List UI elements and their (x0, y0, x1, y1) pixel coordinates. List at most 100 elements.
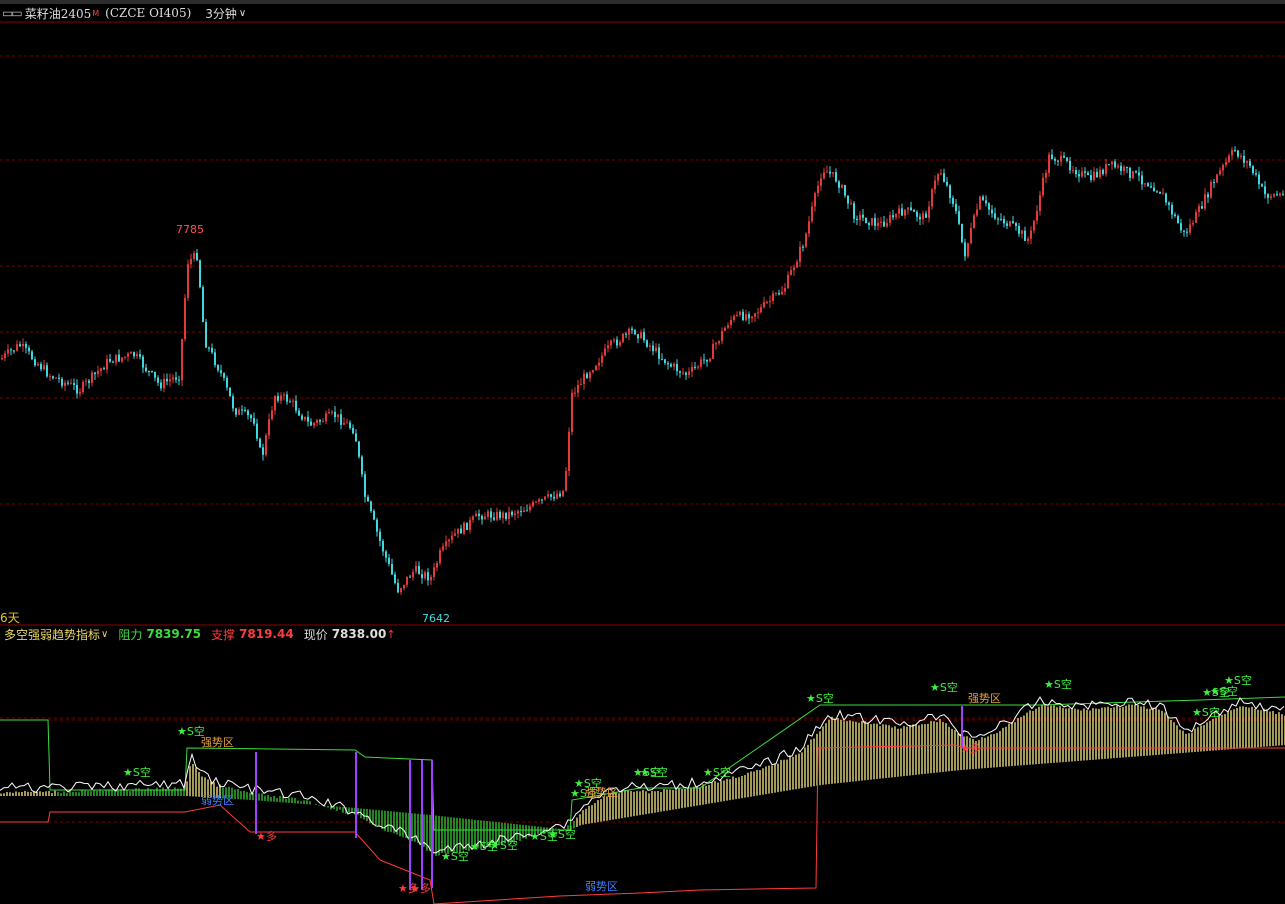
candle-body (793, 267, 795, 270)
candle-body (349, 422, 351, 428)
short-signal-label: ★S空 (1192, 705, 1220, 719)
candle-body (127, 353, 129, 357)
candle-body (676, 363, 678, 372)
candle-body (565, 471, 567, 491)
low-price-label: 7642 (422, 612, 450, 625)
candle-body (91, 372, 93, 383)
candle-body (691, 366, 693, 372)
candle-body (1234, 149, 1236, 151)
candle-body (865, 217, 867, 224)
candle-body (982, 196, 984, 201)
candle-body (70, 383, 72, 385)
candle-body (259, 438, 261, 448)
candle-body (550, 494, 552, 497)
candle-body (1255, 173, 1257, 175)
candle-body (187, 264, 189, 298)
short-signal-label: ★S空 (123, 765, 151, 779)
candle-body (871, 218, 873, 226)
candle-body (1216, 174, 1218, 183)
candle-body (733, 315, 735, 320)
candle-body (829, 171, 831, 174)
candle-body (271, 410, 273, 420)
candle-body (373, 510, 375, 520)
candle-body (391, 563, 393, 575)
candle-body (607, 345, 609, 349)
candle-body (1150, 186, 1152, 188)
candle-body (451, 535, 453, 540)
candle-body (388, 557, 390, 564)
chart-canvas[interactable]: ★S空★S空★S空★S空★S空★S空 ★S空★S空★S空 ★S空★S空★S空★S空★… (0, 0, 1285, 904)
candle-body (1018, 225, 1020, 234)
candle-body (55, 377, 57, 379)
candle-body (1120, 165, 1122, 171)
candle-body (172, 377, 174, 380)
candle-body (967, 243, 969, 257)
candle-body (535, 501, 537, 503)
candle-body (130, 352, 132, 354)
candle-body (1240, 155, 1242, 157)
candle-body (10, 349, 12, 351)
candle-body (367, 496, 369, 502)
candle-body (364, 474, 366, 497)
weak-zone-label: 弱势区 (201, 794, 234, 807)
candle-body (1006, 223, 1008, 226)
candle-body (199, 260, 201, 288)
candle-body (1045, 172, 1047, 178)
candle-body (904, 209, 906, 216)
candle-body (739, 311, 741, 316)
candle-body (439, 550, 441, 564)
candle-body (1141, 175, 1143, 185)
candle-body (1009, 221, 1011, 226)
candle-body (88, 380, 90, 383)
candle-body (883, 221, 885, 227)
candle-body (139, 354, 141, 357)
candle-body (346, 422, 348, 424)
candle-body (34, 359, 36, 366)
candle-body (412, 571, 414, 578)
indicator-name[interactable]: 多空强弱趋势指标 (4, 626, 100, 643)
candle-body (205, 322, 207, 348)
candle-body (106, 359, 108, 370)
candle-body (814, 193, 816, 207)
candle-body (952, 197, 954, 204)
chevron-down-icon[interactable]: ∨ (101, 629, 108, 640)
candle-body (907, 207, 909, 210)
candle-body (286, 394, 288, 402)
candle-body (784, 288, 786, 292)
candle-body (994, 213, 996, 219)
candle-body (598, 362, 600, 366)
candle-body (898, 208, 900, 214)
candle-body (850, 203, 852, 205)
candle-body (1039, 195, 1041, 211)
candle-body (1135, 171, 1137, 173)
candle-body (1123, 166, 1125, 171)
candle-body (13, 350, 15, 352)
candle-body (619, 342, 621, 346)
candle-body (223, 373, 225, 378)
candle-body (886, 222, 888, 227)
candle-body (727, 325, 729, 328)
candle-body (64, 382, 66, 386)
candle-body (976, 209, 978, 216)
candle-body (4, 353, 6, 359)
candle-body (937, 174, 939, 181)
candle-body (1051, 154, 1053, 160)
candle-body (823, 172, 825, 179)
candle-body (472, 516, 474, 520)
candle-body (124, 356, 126, 358)
candle-body (583, 373, 585, 384)
candle-body (490, 511, 492, 518)
candle-body (454, 533, 456, 536)
indicator-title-bar: 多空强弱趋势指标 ∨ 阻力 7839.75 支撑 7819.44 现价 7838.00 ↑ (0, 626, 396, 642)
candle-body (304, 416, 306, 420)
candle-body (1153, 187, 1155, 192)
candle-body (1024, 230, 1026, 241)
candle-body (193, 252, 195, 259)
candle-body (1264, 186, 1266, 195)
candle-body (1090, 174, 1092, 180)
candle-body (217, 365, 219, 371)
candle-body (1105, 164, 1107, 175)
candle-body (1168, 202, 1170, 205)
candle-body (1246, 161, 1248, 163)
candle-body (268, 419, 270, 436)
